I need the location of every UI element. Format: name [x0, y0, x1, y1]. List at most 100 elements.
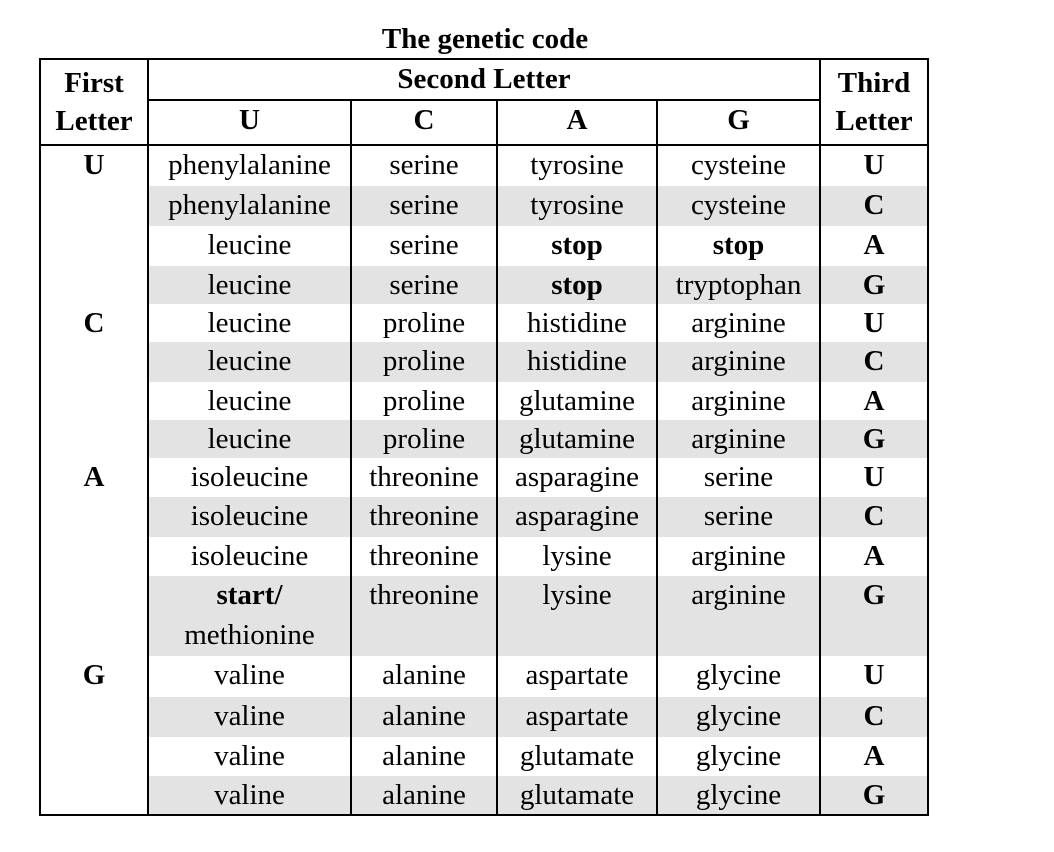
third-letter-cell: U	[819, 304, 929, 342]
third-letter-cell: C	[819, 186, 929, 226]
amino-acid-cell: alanine	[350, 656, 497, 697]
amino-acid-cell: histidine	[496, 304, 657, 342]
amino-acid-cell: cysteine	[656, 186, 820, 226]
codon-row: Aisoleucine threonine asparagine serine U	[39, 458, 929, 497]
first-letter-cell: C	[39, 304, 149, 342]
first-letter-cell	[39, 186, 149, 226]
codon-row: valine alanine aspartate glycine C	[39, 697, 929, 737]
first-letter-cell	[39, 420, 149, 458]
amino-acid-cell: arginine	[656, 382, 820, 420]
third-letter-cell: A	[819, 226, 929, 266]
second-base-u: U	[147, 99, 352, 146]
amino-acid-cell: glutamine	[496, 382, 657, 420]
third-letter-cell: G	[819, 576, 929, 656]
first-letter-cell	[39, 382, 149, 420]
third-letter-cell: G	[819, 266, 929, 304]
amino-acid-cell: start/methionine	[147, 576, 351, 656]
third-letter-header-line2: Letter	[835, 105, 913, 137]
amino-acid-cell: arginine	[656, 576, 820, 656]
amino-acid-cell: leucine	[147, 226, 351, 266]
amino-acid-cell: asparagine	[496, 458, 657, 497]
first-letter-cell	[39, 497, 149, 537]
codon-row: isoleucine threonine asparagine serine C	[39, 497, 929, 537]
codon-row: valine alanine glutamate glycine A	[39, 737, 929, 776]
amino-acid-cell: histidine	[496, 342, 657, 382]
codon-row: leucine proline glutamine arginine A	[39, 382, 929, 420]
stop-codon-label: stop	[712, 229, 765, 261]
second-base-c: C	[350, 99, 498, 146]
first-letter-cell: A	[39, 458, 149, 497]
amino-acid-cell: glycine	[656, 737, 820, 776]
amino-acid-cell: phenylalanine	[147, 186, 351, 226]
amino-acid-cell: leucine	[147, 266, 351, 304]
amino-acid-cell: serine	[350, 226, 497, 266]
amino-acid-cell: asparagine	[496, 497, 657, 537]
first-letter-cell	[39, 226, 149, 266]
first-letter-cell	[39, 576, 149, 656]
third-letter-cell: G	[819, 776, 929, 816]
third-letter-header: Third Letter	[819, 58, 929, 146]
first-letter-header: First Letter	[39, 58, 149, 146]
codon-row: Gvaline alanine aspartate glycine U	[39, 656, 929, 697]
amino-acid-cell: proline	[350, 304, 497, 342]
third-letter-cell: C	[819, 697, 929, 737]
genetic-code-table: First Letter Second Letter Third Letter …	[39, 58, 929, 816]
amino-acid-cell: glycine	[656, 697, 820, 737]
codon-row: leucine proline histidine arginine C	[39, 342, 929, 382]
third-letter-cell: C	[819, 497, 929, 537]
amino-acid-cell: lysine	[496, 537, 657, 576]
amino-acid-cell: glycine	[656, 776, 820, 816]
third-letter-cell: U	[819, 656, 929, 697]
amino-acid-cell: phenylalanine	[147, 145, 351, 186]
first-letter-cell	[39, 266, 149, 304]
amino-acid-cell: tyrosine	[496, 186, 657, 226]
second-letter-header: Second Letter	[147, 58, 821, 101]
amino-acid-cell: valine	[147, 737, 351, 776]
amino-acid-cell: aspartate	[496, 656, 657, 697]
amino-acid-cell: threonine	[350, 537, 497, 576]
amino-acid-cell: stop	[496, 226, 657, 266]
third-letter-cell: A	[819, 382, 929, 420]
amino-acid-cell: leucine	[147, 420, 351, 458]
amino-acid-cell: alanine	[350, 697, 497, 737]
methionine-label: methionine	[184, 619, 315, 651]
second-base-g: G	[656, 99, 821, 146]
amino-acid-cell: threonine	[350, 458, 497, 497]
codon-row: valine alanine glutamate glycine G	[39, 776, 929, 816]
amino-acid-cell: serine	[656, 458, 820, 497]
amino-acid-cell: valine	[147, 776, 351, 816]
amino-acid-cell: glutamine	[496, 420, 657, 458]
third-letter-header-line1: Third	[837, 67, 911, 99]
amino-acid-cell: alanine	[350, 776, 497, 816]
amino-acid-cell: glycine	[656, 656, 820, 697]
first-letter-cell: U	[39, 145, 149, 186]
amino-acid-cell: serine	[656, 497, 820, 537]
amino-acid-cell: leucine	[147, 382, 351, 420]
stop-codon-label: stop	[551, 269, 603, 301]
codon-row: Uphenylalanine serine tyrosine cysteine U	[39, 145, 929, 186]
amino-acid-cell: isoleucine	[147, 537, 351, 576]
first-letter-cell	[39, 697, 149, 737]
amino-acid-cell: threonine	[350, 576, 497, 656]
amino-acid-cell: tryptophan	[656, 266, 820, 304]
amino-acid-cell: leucine	[147, 304, 351, 342]
first-letter-cell	[39, 776, 149, 816]
first-letter-cell: G	[39, 656, 149, 697]
first-letter-cell	[39, 737, 149, 776]
codon-row: leucine proline glutamine arginine G	[39, 420, 929, 458]
first-letter-header-line2: Letter	[55, 105, 133, 137]
third-letter-cell: U	[819, 145, 929, 186]
amino-acid-cell: proline	[350, 420, 497, 458]
amino-acid-cell: arginine	[656, 537, 820, 576]
amino-acid-cell: tyrosine	[496, 145, 657, 186]
amino-acid-cell: serine	[350, 145, 497, 186]
amino-acid-cell: arginine	[656, 342, 820, 382]
third-letter-cell: G	[819, 420, 929, 458]
amino-acid-cell: cysteine	[656, 145, 820, 186]
amino-acid-cell: proline	[350, 382, 497, 420]
codon-row: Cleucine proline histidine arginine U	[39, 304, 929, 342]
codon-row: phenylalanine serine tyrosine cysteine C	[39, 186, 929, 226]
third-letter-cell: A	[819, 737, 929, 776]
third-letter-cell: U	[819, 458, 929, 497]
codon-row: leucine serine stop stop A	[39, 226, 929, 266]
